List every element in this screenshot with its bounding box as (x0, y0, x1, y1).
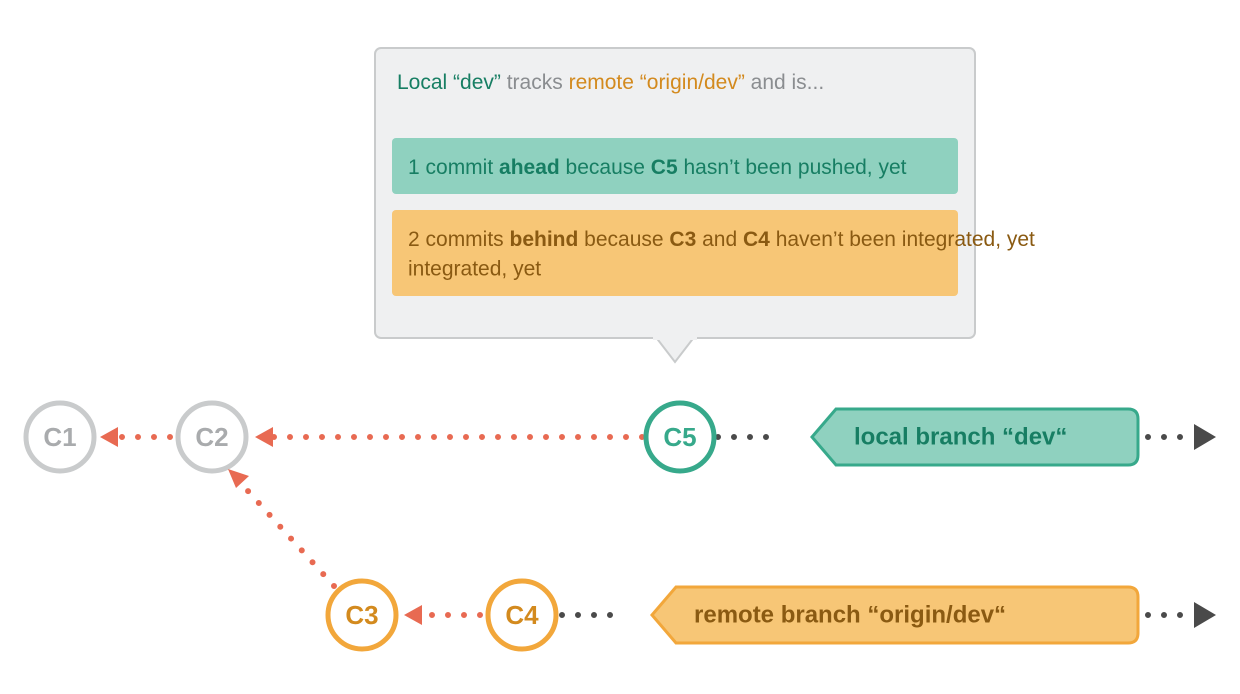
arrowhead-c5-c2 (255, 427, 273, 447)
branch-tag-remote: remote branch “origin/dev“ (652, 587, 1138, 643)
commit-c1: C1 (26, 403, 94, 471)
commit-c2: C2 (178, 403, 246, 471)
future-local-arrow (1194, 424, 1216, 450)
commit-c5: C5 (646, 403, 714, 471)
behind-text-2: integrated, yet (408, 258, 541, 281)
svg-text:C3: C3 (345, 600, 378, 630)
svg-text:C5: C5 (663, 422, 696, 452)
svg-text:C1: C1 (43, 422, 76, 452)
behind-box (392, 210, 958, 296)
future-remote-arrow (1194, 602, 1216, 628)
svg-text:local branch “dev“: local branch “dev“ (854, 424, 1067, 451)
edge-c3-c2 (238, 480, 334, 586)
svg-text:C4: C4 (505, 600, 539, 630)
arrowhead-c3-c2 (228, 469, 249, 488)
diagram-canvas: Local “dev” tracks remote “origin/dev” a… (0, 0, 1240, 694)
arrowhead-c4-c3 (404, 605, 422, 625)
arrowhead-c2-c1 (100, 427, 118, 447)
commit-c3: C3 (328, 581, 396, 649)
tooltip-panel: Local “dev” tracks remote “origin/dev” a… (375, 48, 1035, 362)
commit-c4: C4 (488, 581, 556, 649)
tooltip-header: Local “dev” tracks remote “origin/dev” a… (397, 71, 824, 94)
branch-tag-local: local branch “dev“ (812, 409, 1138, 465)
svg-text:C2: C2 (195, 422, 228, 452)
svg-text:remote branch “origin/dev“: remote branch “origin/dev“ (694, 602, 1006, 629)
ahead-text: 1 commit ahead because C5 hasn’t been pu… (408, 156, 907, 179)
behind-text-1: 2 commits behind because C3 and C4 haven… (408, 228, 1035, 251)
